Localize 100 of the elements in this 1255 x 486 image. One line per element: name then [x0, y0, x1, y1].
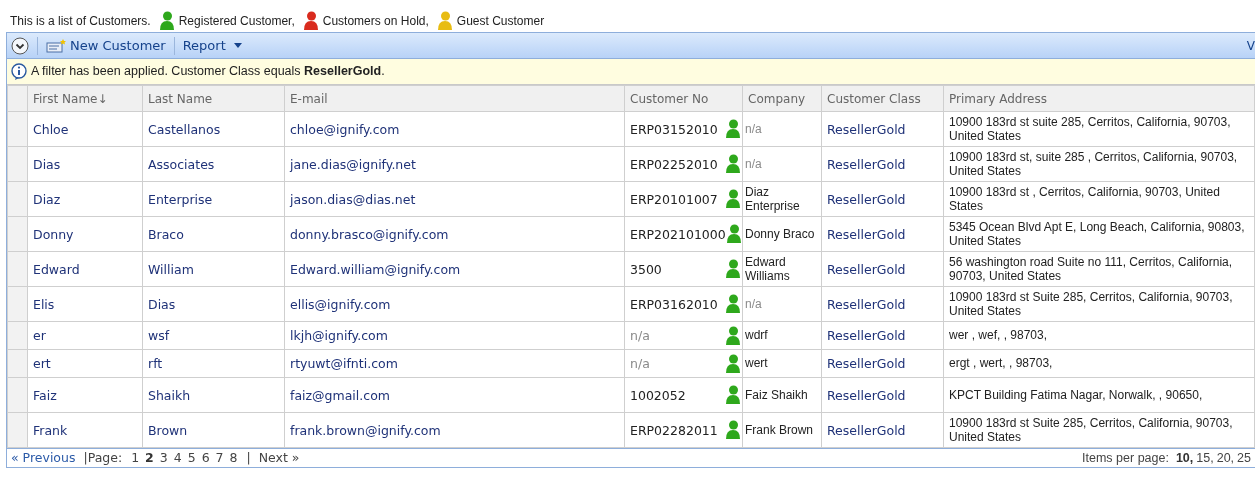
page-size-link[interactable]: 15, — [1196, 448, 1214, 468]
email-link[interactable]: frank.brown@ignify.com — [284, 412, 625, 448]
address-text: KPCT Building Fatima Nagar, Norwalk, , 90650, — [943, 377, 1255, 413]
next-link[interactable]: Next » — [258, 448, 300, 468]
page-link[interactable]: 8 — [228, 448, 239, 468]
customer-number: n/a — [630, 356, 650, 371]
card-icon — [46, 38, 66, 53]
page-link[interactable]: 5 — [186, 448, 197, 468]
first-name-link[interactable]: er — [27, 321, 143, 350]
customer-number: ERP02282011 — [630, 422, 718, 438]
customer-number: ERP202101000 — [630, 226, 726, 242]
customer-number: 1002052 — [630, 387, 686, 403]
first-name-link[interactable]: Faiz — [27, 377, 143, 413]
customer-number: 3500 — [630, 261, 662, 277]
last-name-link[interactable]: Brown — [142, 412, 285, 448]
customer-class-link[interactable]: ResellerGold — [821, 349, 944, 378]
email-link[interactable]: donny.brasco@ignify.com — [284, 216, 625, 252]
first-name-link[interactable]: ert — [27, 349, 143, 378]
last-name-link[interactable]: Castellanos — [142, 111, 285, 147]
page-link[interactable]: 2 — [144, 448, 155, 468]
address-text: 5345 Ocean Blvd Apt E, Long Beach, California, 90803, United States — [943, 216, 1255, 252]
page-size-link[interactable]: 25 — [1237, 448, 1251, 468]
company-name: Edward Williams — [745, 254, 790, 283]
first-name-link[interactable]: Diaz — [27, 181, 143, 217]
customer-class-link[interactable]: ResellerGold — [821, 251, 944, 287]
filter-message: A filter has been applied. Customer Class equals ResellerGold. — [31, 63, 385, 81]
customer-number: ERP03152010 — [630, 121, 718, 137]
column-header[interactable]: Customer No — [624, 85, 743, 112]
company-name: n/a — [745, 156, 762, 171]
info-icon — [11, 63, 27, 80]
customer-number: n/a — [630, 328, 650, 343]
email-link[interactable]: rtyuwt@ifnti.com — [284, 349, 625, 378]
first-name-link[interactable]: Donny — [27, 216, 143, 252]
address-text: wer , wef, , 98703, — [943, 321, 1255, 350]
items-per-page-label: Items per page: — [1082, 449, 1169, 467]
last-name-link[interactable]: Braco — [142, 216, 285, 252]
customer-class-link[interactable]: ResellerGold — [821, 216, 944, 252]
new-customer-button[interactable]: New Customer — [38, 35, 174, 56]
customer-class-link[interactable]: ResellerGold — [821, 286, 944, 322]
last-name-link[interactable]: Dias — [142, 286, 285, 322]
email-link[interactable]: faiz@gmail.com — [284, 377, 625, 413]
column-header[interactable]: Company — [742, 85, 822, 112]
last-name-link[interactable]: William — [142, 251, 285, 287]
customer-number: ERP20101007 — [630, 191, 718, 207]
address-text: ergt , wert, , 98703, — [943, 349, 1255, 378]
page-size-link[interactable]: 10, — [1175, 448, 1194, 468]
page-link[interactable]: 1 — [130, 448, 141, 468]
company-name: n/a — [745, 121, 762, 136]
email-link[interactable]: lkjh@ignify.com — [284, 321, 625, 350]
last-name-link[interactable]: rft — [142, 349, 285, 378]
last-name-link[interactable]: Shaikh — [142, 377, 285, 413]
customer-class-link[interactable]: ResellerGold — [821, 412, 944, 448]
column-header[interactable]: E-mail — [284, 85, 625, 112]
last-name-link[interactable]: Enterprise — [142, 181, 285, 217]
customer-class-link[interactable]: ResellerGold — [821, 111, 944, 147]
column-header[interactable]: Last Name — [142, 85, 285, 112]
address-text: 10900 183rd st , Cerritos, California, 90703, United States — [943, 181, 1255, 217]
page-link[interactable]: 4 — [172, 448, 183, 468]
address-text: 10900 183rd st Suite 285, Cerritos, California, 90703, United States — [943, 412, 1255, 448]
company-name: Diaz Enterprise — [745, 184, 800, 213]
first-name-link[interactable]: Edward — [27, 251, 143, 287]
first-name-link[interactable]: Dias — [27, 146, 143, 182]
company-name: wert — [745, 356, 768, 371]
last-name-link[interactable]: Associates — [142, 146, 285, 182]
email-link[interactable]: chloe@ignify.com — [284, 111, 625, 147]
email-link[interactable]: jason.dias@dias.net — [284, 181, 625, 217]
company-name: wdrf — [745, 328, 768, 343]
email-link[interactable]: Edward.william@ignify.com — [284, 251, 625, 287]
first-name-link[interactable]: Frank — [27, 412, 143, 448]
address-text: 10900 183rd st Suite 285, Cerritos, California, 90703, United States — [943, 286, 1255, 322]
legend-label: Registered Customer, — [178, 12, 295, 30]
intro-text: This is a list of Customers. — [10, 12, 151, 30]
report-menu-button[interactable]: Report — [174, 35, 250, 56]
customer-class-link[interactable]: ResellerGold — [821, 146, 944, 182]
customer-class-link[interactable]: ResellerGold — [821, 321, 944, 350]
caret-icon — [233, 43, 242, 48]
page-link[interactable]: 6 — [200, 448, 211, 468]
column-header[interactable]: Customer Class — [821, 85, 944, 112]
collapse-icon[interactable] — [11, 36, 29, 55]
company-name: Faiz Shaikh — [745, 387, 808, 402]
email-link[interactable]: jane.dias@ignify.net — [284, 146, 625, 182]
page-link[interactable]: 7 — [214, 448, 225, 468]
customer-class-link[interactable]: ResellerGold — [821, 181, 944, 217]
column-header[interactable]: First Name↓ — [27, 85, 143, 112]
last-name-link[interactable]: wsf — [142, 321, 285, 350]
email-link[interactable]: ellis@ignify.com — [284, 286, 625, 322]
customer-number: ERP03162010 — [630, 296, 718, 312]
column-header[interactable]: Primary Address — [943, 85, 1255, 112]
page-size-link[interactable]: 20, — [1216, 448, 1235, 468]
first-name-link[interactable]: Elis — [27, 286, 143, 322]
address-text: 10900 183rd st suite 285, Cerritos, California, 90703, United States — [943, 111, 1255, 147]
page-link[interactable]: 3 — [158, 448, 169, 468]
legend-label: Guest Customer — [456, 12, 545, 30]
address-text: 10900 183rd st, suite 285 , Cerritos, California, 90703, United States — [943, 146, 1255, 182]
customer-class-link[interactable]: ResellerGold — [821, 377, 944, 413]
previous-link[interactable]: « Previous — [11, 448, 76, 468]
company-name: Donny Braco — [745, 226, 815, 241]
first-name-link[interactable]: Chloe — [27, 111, 143, 147]
customer-number: ERP02252010 — [630, 156, 718, 172]
company-name: Frank Brown — [745, 422, 814, 437]
